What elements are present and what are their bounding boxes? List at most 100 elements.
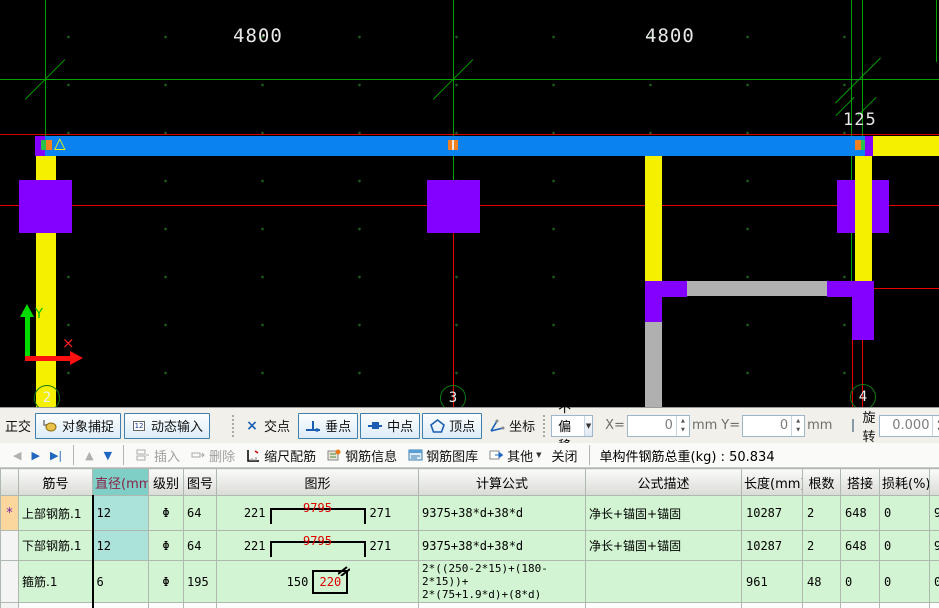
first-record-button[interactable]: ◀ [8, 448, 26, 463]
cell-desc[interactable] [585, 560, 742, 603]
rotate-spin-down-icon[interactable]: ▼ [933, 426, 939, 435]
scale-rebar-button[interactable]: 缩尺配筋 [240, 445, 321, 466]
delete-row-button[interactable]: 删除 [185, 445, 240, 466]
object-snap-button[interactable]: 对象捕捉 [35, 412, 122, 439]
intersection-item[interactable]: × 交点 [240, 414, 294, 437]
cell-calc[interactable]: 2*((250-2*15)+(180-2*15))+ 2*(75+1.9*d)+… [418, 560, 586, 603]
cell-name[interactable]: 上部钢筋.1 [18, 495, 93, 531]
rebar-library-button[interactable]: 钢筋图库 [402, 445, 483, 466]
cell-unit-weight[interactable]: 9. [929, 530, 939, 561]
cad-viewport[interactable]: △ 4800 4800 125 2 3 4 Y × [0, 0, 939, 407]
header-selector[interactable] [0, 468, 19, 496]
cell-calc[interactable] [418, 602, 586, 608]
header-lap[interactable]: 搭接 [840, 468, 880, 496]
cell-lap[interactable] [840, 602, 880, 608]
other-menu-button[interactable]: 其他 ▼ [483, 445, 546, 466]
cell-count[interactable]: 2 [802, 530, 841, 561]
move-up-button[interactable]: ▲ [80, 448, 98, 463]
rotate-spin-up-icon[interactable]: ▲ [933, 417, 939, 426]
cell-desc[interactable]: 净长+锚固+锚固 [585, 495, 742, 531]
header-figure[interactable]: 图号 [183, 468, 217, 496]
rotate-value[interactable]: 0.000 [880, 416, 932, 436]
header-shape[interactable]: 图形 [216, 468, 419, 496]
cell-length[interactable]: 10287 [741, 530, 803, 561]
cell-figure[interactable]: 64 [183, 530, 217, 561]
cell-loss[interactable]: 0 [879, 560, 930, 603]
header-grade[interactable]: 级别 [148, 468, 184, 496]
cell-loss[interactable]: 0 [879, 495, 930, 531]
x-input[interactable]: 0 ▲ ▼ [626, 414, 690, 437]
header-diameter[interactable]: 直径(mm) [92, 468, 149, 496]
cell-calc[interactable]: 9375+38*d+38*d [418, 495, 586, 531]
perpendicular-button[interactable]: 垂点 [298, 412, 359, 439]
cell-figure[interactable]: 64 [183, 495, 217, 531]
cell-unit-weight[interactable]: 0. [929, 560, 939, 603]
y-spinner[interactable]: ▲ ▼ [791, 415, 804, 436]
cell-lap[interactable]: 648 [840, 530, 880, 561]
coordinate-item[interactable]: 坐标 [485, 414, 539, 437]
cell-calc[interactable]: 9375+38*d+38*d [418, 530, 586, 561]
cell-lap[interactable]: 0 [840, 560, 880, 603]
cell-unit-weight[interactable]: 9. [929, 495, 939, 531]
rebar-info-button[interactable]: 钢筋信息 [321, 445, 402, 466]
cell-grade[interactable]: Φ [148, 495, 184, 531]
beam-yellow-segment[interactable] [873, 136, 939, 156]
frame-column-right[interactable] [852, 281, 874, 340]
close-button[interactable]: 关闭 [547, 445, 583, 466]
cell-grade[interactable]: Φ [148, 530, 184, 561]
cell-unit-weight[interactable] [929, 602, 939, 608]
frame-corner-left[interactable] [645, 281, 687, 297]
header-unit-weight[interactable]: 单 [929, 468, 939, 496]
next-record-button[interactable]: ▶ [26, 448, 44, 463]
rotate-input[interactable]: 0.000 ▲▼ [879, 414, 939, 437]
vertex-button[interactable]: 顶点 [422, 412, 483, 439]
frame-stub-left[interactable] [645, 297, 662, 322]
column-axis2[interactable] [19, 180, 72, 233]
midpoint-button[interactable]: 中点 [360, 412, 421, 439]
frame-beam-gray[interactable] [687, 281, 827, 296]
x-value[interactable]: 0 [628, 416, 676, 436]
cell-shape[interactable] [216, 602, 419, 608]
cell-name[interactable]: 箍筋.1 [18, 560, 93, 603]
cell-grade[interactable]: Φ [148, 560, 184, 603]
cell-diameter[interactable] [91, 602, 149, 608]
header-desc[interactable]: 公式描述 [585, 468, 742, 496]
header-count[interactable]: 根数 [802, 468, 841, 496]
toolbar-gripper-2[interactable] [543, 414, 546, 437]
cell-grade[interactable] [148, 602, 184, 608]
last-record-button[interactable]: ▶| [45, 448, 67, 463]
cell-lap[interactable]: 648 [840, 495, 880, 531]
insert-row-button[interactable]: 插入 [130, 445, 185, 466]
cell-count[interactable]: 48 [802, 560, 841, 603]
beam-right-support[interactable] [865, 136, 873, 156]
offset-dropdown[interactable]: 不偏移 ▼ [551, 401, 594, 454]
beam-mid-node-orange[interactable] [448, 140, 458, 150]
cell-count[interactable] [802, 602, 841, 608]
beam-left-node-orange[interactable] [46, 140, 52, 150]
offset-dropdown-arrow-icon[interactable]: ▼ [584, 415, 593, 436]
cell-count[interactable]: 2 [802, 495, 841, 531]
cell-diameter[interactable]: 12 [91, 530, 149, 561]
column-axis3[interactable] [427, 180, 480, 233]
cell-shape[interactable]: 221 9795 271 [216, 530, 419, 561]
cell-diameter[interactable]: 6 [91, 560, 149, 603]
rotate-spinner[interactable]: ▲▼ [932, 415, 939, 436]
row-selector[interactable] [0, 602, 19, 608]
cell-length[interactable] [741, 602, 803, 608]
move-down-button[interactable]: ▼ [99, 448, 117, 463]
toolbar-gripper[interactable] [232, 414, 235, 437]
frame-wall-gray[interactable] [645, 322, 662, 407]
x-spinner[interactable]: ▲ ▼ [675, 415, 689, 436]
y-spin-down-icon[interactable]: ▼ [792, 426, 804, 435]
cell-desc[interactable]: 净长+锚固+锚固 [585, 530, 742, 561]
cell-loss[interactable]: 0 [879, 530, 930, 561]
cell-shape[interactable]: 150 220 [216, 560, 419, 603]
header-calc[interactable]: 计算公式 [418, 468, 586, 496]
ortho-label[interactable]: 正交 [5, 416, 31, 435]
header-name[interactable]: 筋号 [18, 468, 93, 496]
cell-desc[interactable] [585, 602, 742, 608]
cell-shape[interactable]: 221 9795 271 [216, 495, 419, 531]
dynamic-input-button[interactable]: 12 动态输入 [124, 412, 211, 439]
wall-stem-left[interactable] [645, 156, 662, 281]
wall-stem-right[interactable] [855, 156, 872, 281]
